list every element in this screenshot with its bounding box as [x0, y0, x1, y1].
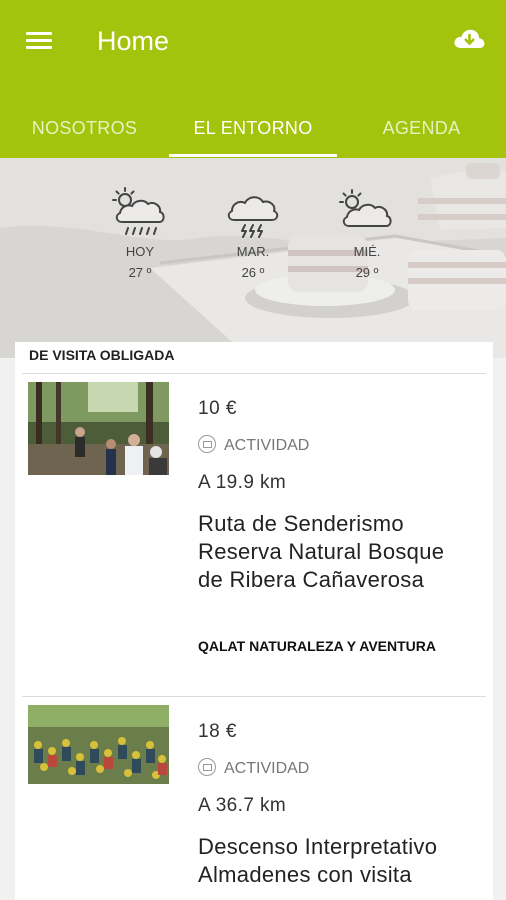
tab-agenda[interactable]: AGENDA — [337, 110, 506, 158]
activity-photo — [28, 382, 169, 475]
activity-type: ACTIVIDAD — [198, 435, 309, 455]
activity-photo — [28, 705, 169, 784]
cloud-download-icon[interactable] — [452, 24, 486, 54]
calendar-icon — [198, 435, 216, 453]
weather-day-label: HOY — [125, 244, 155, 259]
calendar-icon — [198, 758, 216, 776]
divider — [22, 696, 486, 697]
weather-temp: 27 º — [128, 265, 152, 280]
weather-day-label: MAR. — [236, 244, 270, 259]
cloud-storm-icon — [227, 196, 279, 238]
price: 10 € — [198, 398, 237, 419]
activity-type-label: ACTIVIDAD — [224, 437, 310, 454]
weather-temp: 26 º — [241, 265, 265, 280]
weather-day-label: MIÉ. — [353, 244, 381, 259]
sun-cloud-rain-icon — [112, 187, 165, 235]
distance: A 19.9 km — [198, 472, 287, 493]
activity-name: Descenso Interpretativo Almadenes con vi… — [198, 834, 438, 887]
activity-type: ACTIVIDAD — [198, 758, 309, 778]
tab-nosotros[interactable]: NOSOTROS — [0, 110, 169, 158]
weather-wednesday: MIÉ. 29 º — [327, 182, 407, 280]
activity-name: Ruta de Senderismo Reserva Natural Bosqu… — [198, 511, 445, 592]
divider — [22, 373, 486, 374]
app-bar: Home NOSOTROS EL ENTORNO AGENDA — [0, 0, 506, 158]
must-visit-card: DE VISITA OBLIGADA 10 € ACTIVIDAD A 19.9… — [15, 342, 493, 900]
price: 18 € — [198, 721, 237, 742]
tab-el-entorno[interactable]: EL ENTORNO — [169, 110, 337, 158]
app-title: Home — [97, 26, 170, 56]
weather-temp: 29 º — [355, 265, 379, 280]
activity-type-label: ACTIVIDAD — [224, 760, 310, 777]
weather-banner: HOY 27 º MAR. 26 º MIÉ. 29 º — [0, 158, 506, 358]
tab-bar: NOSOTROS EL ENTORNO AGENDA — [0, 110, 506, 158]
sun-cloud-icon — [339, 189, 392, 227]
menu-icon[interactable] — [26, 30, 54, 52]
organizer: QALAT NATURALEZA Y AVENTURA — [198, 638, 436, 654]
weather-tuesday: MAR. 26 º — [213, 182, 293, 280]
active-tab-indicator — [169, 154, 337, 157]
weather-today: HOY 27 º — [100, 182, 180, 280]
distance: A 36.7 km — [198, 795, 287, 816]
section-title: DE VISITA OBLIGADA — [29, 347, 175, 363]
